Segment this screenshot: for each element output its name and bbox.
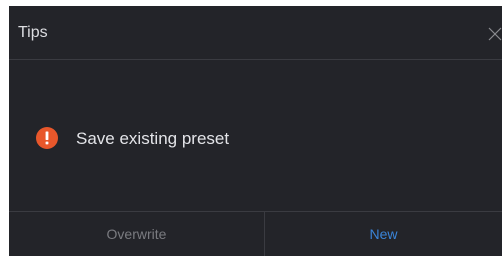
dialog-footer: Overwrite New [9,211,502,256]
dialog-header: Tips [9,6,502,60]
dialog-title: Tips [18,24,48,41]
warning-icon [36,127,58,149]
dialog-content: Save existing preset [9,60,502,211]
dialog-message: Save existing preset [76,129,230,148]
overwrite-button[interactable]: Overwrite [9,212,265,256]
tips-dialog: Tips Save existing preset Overwrite New [9,6,502,256]
close-icon[interactable] [486,24,502,44]
new-button[interactable]: New [265,212,502,256]
